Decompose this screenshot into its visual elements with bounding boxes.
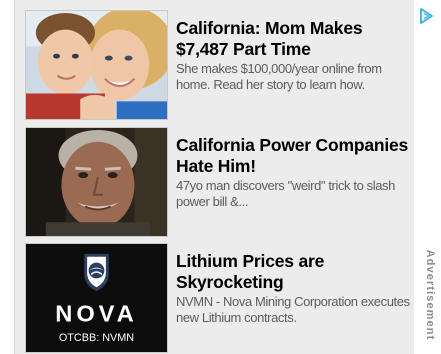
ad-text: California Power Companies Hate Him! 47y… [176, 135, 410, 209]
advertisement-label: Advertisement [423, 240, 437, 350]
ad-description[interactable]: She makes $100,000/year online from home… [176, 61, 410, 92]
ad-description[interactable]: NVMN - Nova Mining Corporation executes … [176, 294, 410, 325]
ad-thumbnail-man[interactable] [25, 127, 168, 237]
ad-thumbnail-mother-child[interactable] [25, 10, 168, 120]
nova-logo: NOVA OTCBB: NVMN [26, 244, 167, 352]
ad-headline[interactable]: California Power Companies Hate Him! [176, 135, 410, 177]
nova-logo-name: NOVA [55, 302, 137, 328]
adchoices-triangle-icon[interactable] [419, 8, 433, 24]
ad-description[interactable]: 47yo man discovers "weird" trick to slas… [176, 178, 410, 209]
man-portrait-photo [26, 128, 167, 236]
advertisement-label-text: Advertisement [424, 249, 436, 341]
ad-headline[interactable]: Lithium Prices are Skyrocketing [176, 251, 410, 293]
mother-and-child-photo [26, 11, 167, 119]
ad-text: Lithium Prices are Skyrocketing NVMN - N… [176, 251, 410, 325]
ad-text: California: Mom Makes $7,487 Part Time S… [176, 18, 410, 92]
nova-logo-ticker: OTCBB: NVMN [59, 332, 134, 344]
ad-panel: California: Mom Makes $7,487 Part Time S… [14, 0, 414, 354]
ad-thumbnail-nova-logo[interactable]: NOVA OTCBB: NVMN [25, 243, 168, 353]
ad-headline[interactable]: California: Mom Makes $7,487 Part Time [176, 18, 410, 60]
